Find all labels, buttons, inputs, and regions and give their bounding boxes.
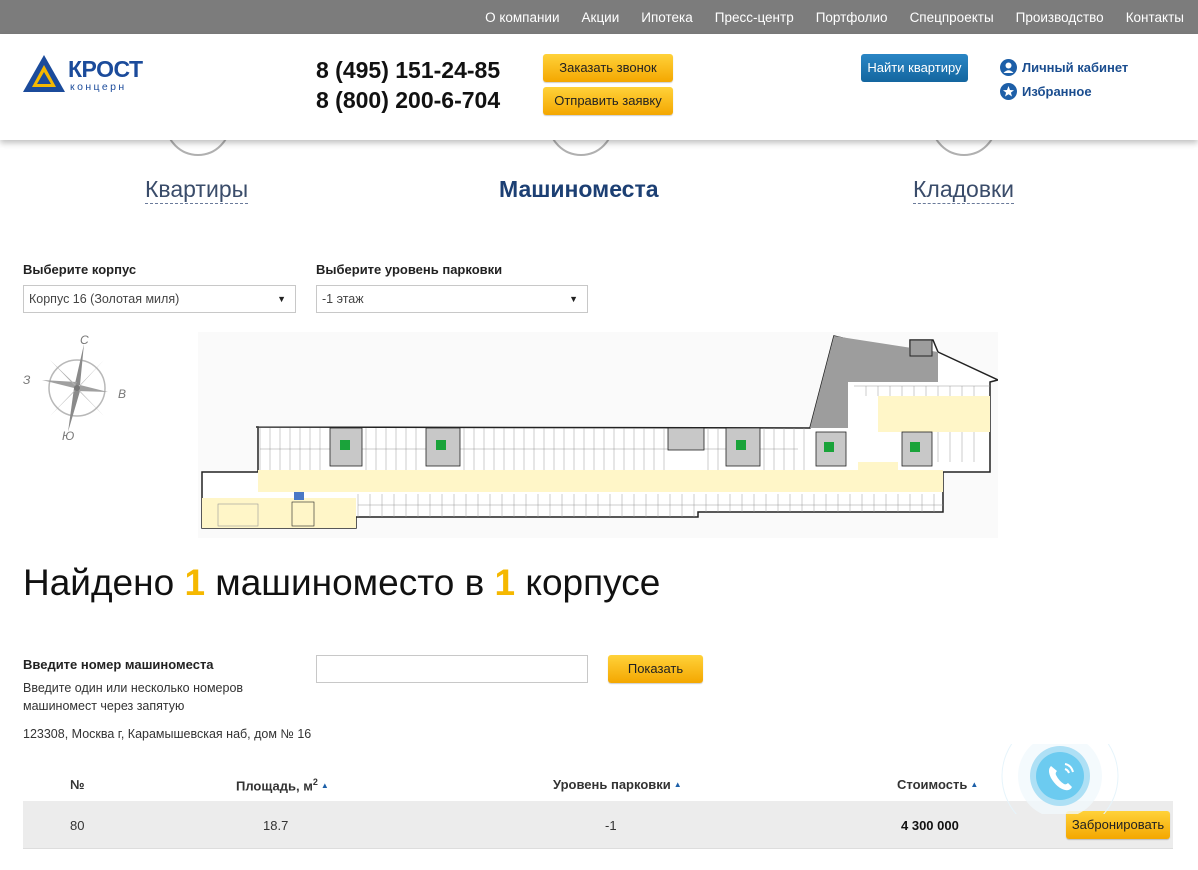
- space-number-input[interactable]: [316, 655, 588, 683]
- nav-item-production[interactable]: Производство: [1016, 10, 1104, 25]
- personal-cabinet-label: Личный кабинет: [1022, 60, 1129, 75]
- nav-item-promos[interactable]: Акции: [582, 10, 620, 25]
- level-select[interactable]: -1 этаж ▼: [316, 285, 588, 313]
- results-text-2: машиноместо в: [205, 562, 495, 603]
- column-price-label: Стоимость: [897, 777, 968, 792]
- column-area-sup: 2: [312, 777, 318, 787]
- logo-subtitle: концерн: [70, 81, 127, 93]
- building-select-label: Выберите корпус: [23, 262, 137, 277]
- sort-up-icon: ▲: [970, 780, 979, 789]
- level-select-value: -1 этаж: [322, 292, 364, 306]
- nav-item-about[interactable]: О компании: [485, 10, 559, 25]
- nav-item-contacts[interactable]: Контакты: [1126, 10, 1184, 25]
- building-select-value: Корпус 16 (Золотая миля): [29, 292, 180, 306]
- send-request-button[interactable]: Отправить заявку: [543, 87, 673, 115]
- sort-up-icon: ▲: [320, 781, 329, 791]
- compass-north: С: [80, 333, 89, 347]
- phone-block: 8 (495) 151-24-85 8 (800) 200-6-704: [316, 55, 500, 115]
- space-number-hint: Введите один или несколько номеров машин…: [23, 681, 244, 713]
- results-buildings-count: 1: [494, 562, 516, 603]
- krost-logo[interactable]: КРОСТ концерн: [22, 52, 152, 96]
- order-call-button[interactable]: Заказать звонок: [543, 54, 673, 82]
- dropdown-arrow-icon: ▼: [569, 294, 578, 304]
- user-icon: [1000, 59, 1017, 76]
- column-area-label: Площадь, м: [236, 778, 313, 794]
- cell-area: 18.7: [263, 818, 289, 833]
- space-number-label: Введите номер машиноместа: [23, 657, 214, 672]
- cell-price: 4 300 000: [901, 818, 959, 833]
- results-text-3: корпусе: [515, 562, 661, 603]
- building-address: 123308, Москва г, Карамышевская наб, дом…: [23, 727, 312, 741]
- find-apartment-button[interactable]: Найти квартиру: [861, 54, 968, 82]
- tab-storage[interactable]: Кладовки: [913, 176, 1014, 204]
- cell-level: -1: [605, 818, 617, 833]
- show-button[interactable]: Показать: [608, 655, 703, 683]
- tab-apartments[interactable]: Квартиры: [145, 176, 249, 204]
- results-heading: Найдено 1 машиноместо в 1 корпусе: [23, 562, 660, 604]
- compass-east: В: [118, 387, 126, 401]
- logo-triangle-icon: [23, 55, 65, 92]
- nav-item-press[interactable]: Пресс-центр: [715, 10, 794, 25]
- sort-up-icon: ▲: [673, 780, 682, 789]
- nav-item-special[interactable]: Спецпроекты: [910, 10, 994, 25]
- nav-item-mortgage[interactable]: Ипотека: [641, 10, 692, 25]
- results-count: 1: [184, 562, 206, 603]
- phone-moscow[interactable]: 8 (495) 151-24-85: [316, 55, 500, 85]
- top-navigation: О компании Акции Ипотека Пресс-центр Пор…: [0, 0, 1198, 34]
- site-header: КРОСТ концерн 8 (495) 151-24-85 8 (800) …: [0, 34, 1198, 140]
- nav-item-portfolio[interactable]: Портфолио: [816, 10, 888, 25]
- cell-number: 80: [70, 818, 85, 833]
- dropdown-arrow-icon: ▼: [277, 294, 286, 304]
- level-select-label: Выберите уровень парковки: [316, 262, 503, 277]
- personal-cabinet-link[interactable]: Личный кабинет: [1000, 59, 1128, 76]
- star-icon: [1000, 83, 1017, 100]
- book-button[interactable]: Забронировать: [1066, 811, 1170, 839]
- column-number: №: [70, 777, 85, 792]
- column-level[interactable]: Уровень парковки ▲: [553, 777, 682, 792]
- column-level-label: Уровень парковки: [553, 777, 671, 792]
- compass-rose-icon: С В Ю З: [23, 333, 126, 443]
- parking-floor-plan[interactable]: [198, 332, 998, 538]
- top-nav-list: О компании Акции Ипотека Пресс-центр Пор…: [463, 0, 1184, 34]
- favorites-link[interactable]: Избранное: [1000, 83, 1092, 100]
- phone-free[interactable]: 8 (800) 200-6-704: [316, 85, 500, 115]
- favorites-label: Избранное: [1022, 84, 1092, 99]
- results-text-1: Найдено: [23, 562, 185, 603]
- compass-west: З: [23, 373, 31, 387]
- column-price[interactable]: Стоимость ▲: [897, 777, 978, 792]
- building-select[interactable]: Корпус 16 (Золотая миля) ▼: [23, 285, 296, 313]
- logo-wordmark: КРОСТ: [68, 56, 143, 82]
- callback-widget[interactable]: [1000, 744, 1120, 814]
- compass-south: Ю: [62, 429, 74, 443]
- column-area[interactable]: Площадь, м2 ▲: [236, 777, 329, 793]
- tab-parking[interactable]: Машиноместа: [499, 176, 659, 203]
